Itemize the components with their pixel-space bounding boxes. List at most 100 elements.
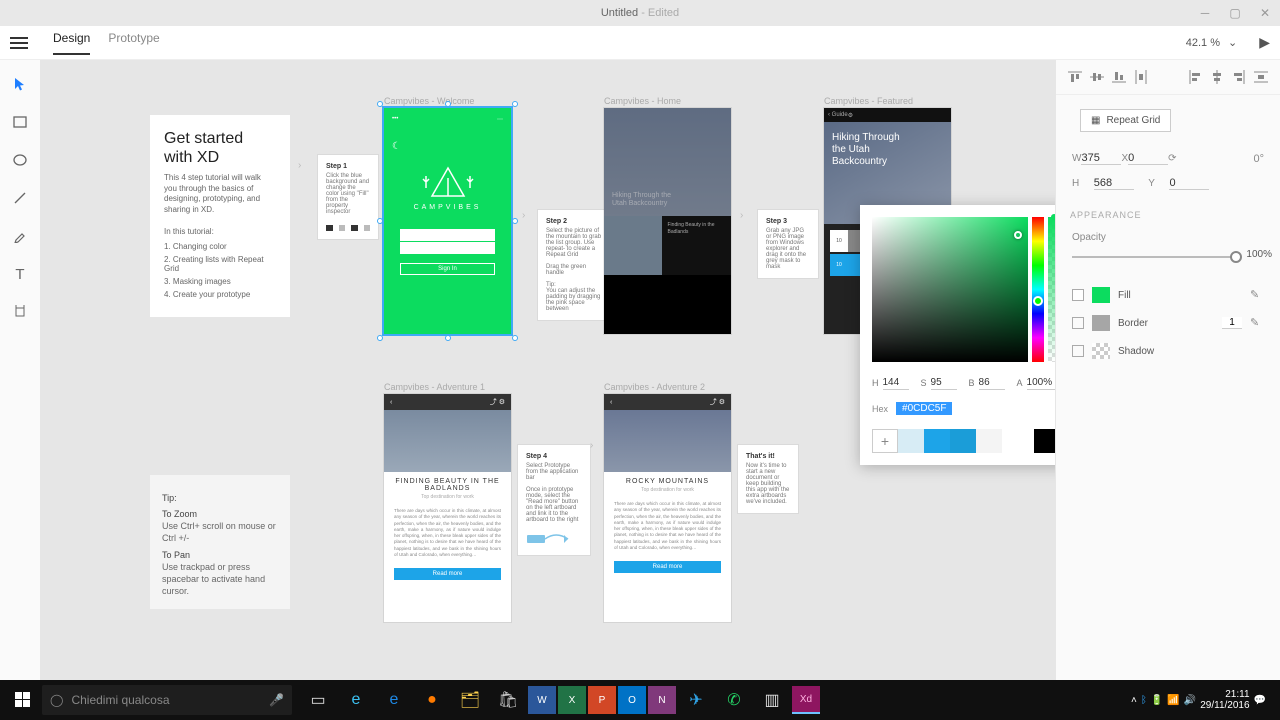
eyedropper-icon[interactable]: ✎ [1250,316,1264,330]
whatsapp-icon[interactable]: ✆ [716,680,752,720]
cortana-search[interactable]: ◯ Chiedimi qualcosa 🎤 [42,685,292,715]
word-icon[interactable]: W [528,686,556,714]
xd-icon[interactable]: Xd [792,686,820,714]
volume-icon[interactable]: 🔊 [1184,695,1196,706]
repeat-grid-button[interactable]: ▦ Repeat Grid [1080,109,1171,132]
swatch[interactable] [950,429,976,453]
hue-input[interactable] [883,376,909,390]
distribute-v-icon[interactable] [1134,70,1148,84]
artboard-adventure-2[interactable]: Campvibes - Adventure 2 ‹⤴ ⚙ ROCKY MOUNT… [604,382,731,622]
x-input[interactable] [1128,152,1168,165]
outlook-icon[interactable]: O [618,686,646,714]
align-right-icon[interactable] [1232,70,1246,84]
firefox-icon[interactable]: ● [414,680,450,720]
bri-input[interactable] [979,376,1005,390]
line-tool-icon[interactable] [11,189,29,207]
tool-bar: T [0,60,40,680]
eyedropper-icon[interactable]: ✎ [1250,288,1264,302]
telegram-icon[interactable]: ✈ [678,680,714,720]
grid-icon: ▦ [1091,115,1100,126]
bluetooth-icon[interactable]: ᛒ [1141,695,1147,706]
ie-icon[interactable]: e [338,680,374,720]
align-top-icon[interactable] [1068,70,1082,84]
artboard-tool-icon[interactable] [11,303,29,321]
ellipse-tool-icon[interactable] [11,151,29,169]
battery-icon[interactable]: 🔋 [1151,695,1163,706]
edge-icon[interactable]: e [376,680,412,720]
app-icon[interactable]: ▥ [754,680,790,720]
step-card-1: Step 1 Click the blue background and cha… [318,155,378,239]
artboard-home[interactable]: Campvibes - Home Hiking Through the Utah… [604,96,731,334]
properties-panel: ▦ Repeat Grid W X ⟳0° H Y APPEARANCE Opa… [1055,60,1280,680]
rectangle-tool-icon[interactable] [11,113,29,131]
align-center-icon[interactable] [1210,70,1224,84]
canvas[interactable]: Get started with XD This 4 step tutorial… [40,60,1055,680]
align-left-icon[interactable] [1188,70,1202,84]
maximize-icon[interactable]: ▢ [1220,0,1250,26]
minimize-icon[interactable]: ─ [1190,0,1220,26]
hex-input[interactable]: #0CDC5F [896,402,952,415]
store-icon[interactable]: 🛍 [490,680,526,720]
notifications-icon[interactable]: 💬 [1254,695,1266,706]
fill-swatch[interactable] [1092,287,1110,303]
menu-icon[interactable] [10,34,28,52]
play-icon[interactable]: ▶ [1259,34,1270,51]
zoom-level[interactable]: 42.1 % [1186,37,1220,49]
wifi-icon[interactable]: 📶 [1167,695,1179,706]
y-input[interactable] [1169,177,1209,190]
powerpoint-icon[interactable]: P [588,686,616,714]
align-bottom-icon[interactable] [1112,70,1126,84]
distribute-h-icon[interactable] [1254,70,1268,84]
onenote-icon[interactable]: N [648,686,676,714]
step-card-final: That's it! Now it's time to start a new … [738,445,798,513]
chevron-right-icon: › [298,160,301,171]
sat-input[interactable] [931,376,957,390]
chevron-down-icon[interactable]: ⌄ [1228,36,1237,49]
tab-design[interactable]: Design [53,31,90,55]
tent-icon [418,162,478,200]
clock[interactable]: 21:11 29/11/2016 [1200,689,1249,711]
add-swatch-button[interactable]: + [872,429,898,453]
mic-icon[interactable]: 🎤 [269,693,284,707]
cortana-icon: ◯ [50,693,63,707]
tray-expand-icon[interactable]: ˄ [1131,695,1137,706]
border-width-input[interactable] [1222,317,1242,329]
windows-taskbar: ◯ Chiedimi qualcosa 🎤 ▭ e e ● 🗂 🛍 W X P … [0,680,1280,720]
window-titlebar: Untitled - Edited ─ ▢ ✕ [0,0,1280,26]
tab-prototype[interactable]: Prototype [108,31,159,55]
chevron-right-icon: › [590,440,593,451]
text-tool-icon[interactable]: T [11,265,29,283]
tutorial-card: Get started with XD This 4 step tutorial… [150,115,290,317]
swatch[interactable] [976,429,1002,453]
rotate-icon[interactable]: ⟳ [1168,153,1176,164]
explorer-icon[interactable]: 🗂 [452,680,488,720]
doc-title: Untitled - Edited [601,7,679,19]
artboard-adventure-1[interactable]: Campvibes - Adventure 1 ‹⤴ ⚙ FINDING BEA… [384,382,511,622]
height-input[interactable] [1094,177,1134,190]
alpha-slider[interactable] [1048,217,1055,362]
shadow-checkbox[interactable] [1072,345,1084,357]
swatch[interactable] [898,429,924,453]
hue-slider[interactable] [1032,217,1044,362]
shadow-swatch[interactable] [1092,343,1110,359]
step-card-4: Step 4 Select Prototype from the applica… [518,445,590,555]
width-input[interactable] [1081,152,1121,165]
alpha-input[interactable] [1027,376,1055,390]
select-tool-icon[interactable] [11,75,29,93]
saturation-value-field[interactable] [872,217,1028,362]
close-icon[interactable]: ✕ [1250,0,1280,26]
swatch[interactable] [1034,429,1055,453]
swatch[interactable] [924,429,950,453]
excel-icon[interactable]: X [558,686,586,714]
fill-checkbox[interactable] [1072,289,1084,301]
pen-tool-icon[interactable] [11,227,29,245]
opacity-slider[interactable]: 100% [1072,247,1264,267]
color-picker[interactable]: H S B A Hex #0CDC5F + [860,205,1055,465]
align-middle-icon[interactable] [1090,70,1104,84]
task-view-icon[interactable]: ▭ [300,680,336,720]
artboard-welcome[interactable]: Campvibes - Welcome •••⋯ ☾ CAMPVIBES Sig… [384,96,511,334]
tips-card: Tip: To Zoom Use Ctrl+ scroll on mouse o… [150,475,290,609]
start-button[interactable] [6,680,40,720]
border-checkbox[interactable] [1072,317,1084,329]
border-swatch[interactable] [1092,315,1110,331]
